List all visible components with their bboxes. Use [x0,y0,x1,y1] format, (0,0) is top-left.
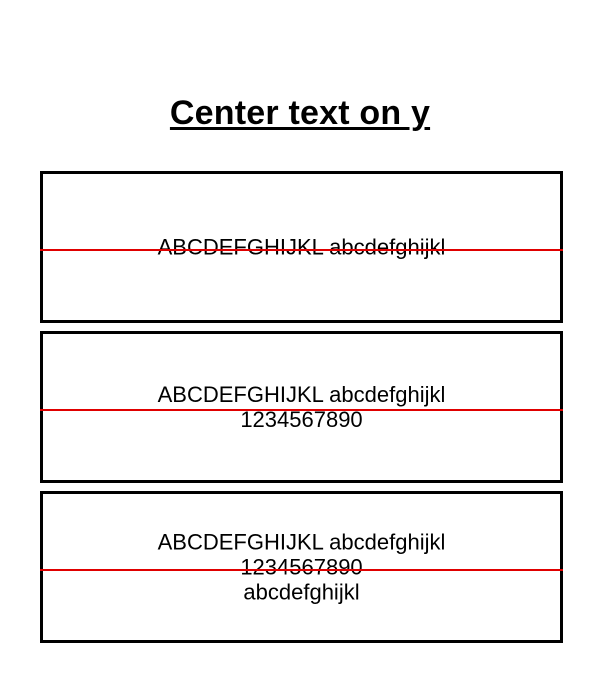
centered-text-block: ABCDEFGHIJKL abcdefghijkl 1234567890 [43,382,560,432]
centered-text-block: ABCDEFGHIJKL abcdefghijkl [43,235,560,260]
center-guide-line [40,569,563,571]
center-guide-line [40,409,563,411]
text-line: ABCDEFGHIJKL abcdefghijkl [157,234,446,260]
page-title: Center text on y [169,94,431,132]
text-line: 1234567890 [240,554,363,580]
text-box-three-lines: ABCDEFGHIJKL abcdefghijkl 1234567890 abc… [40,491,563,643]
text-line: ABCDEFGHIJKL abcdefghijkl [157,382,446,407]
centered-text-block: ABCDEFGHIJKL abcdefghijkl 1234567890 abc… [43,530,560,605]
text-box-one-line: ABCDEFGHIJKL abcdefghijkl [40,171,563,323]
text-line: ABCDEFGHIJKL abcdefghijkl [157,529,446,555]
text-line: abcdefghijkl [243,579,360,605]
text-box-two-lines: ABCDEFGHIJKL abcdefghijkl 1234567890 [40,331,563,483]
center-guide-line [40,249,563,251]
